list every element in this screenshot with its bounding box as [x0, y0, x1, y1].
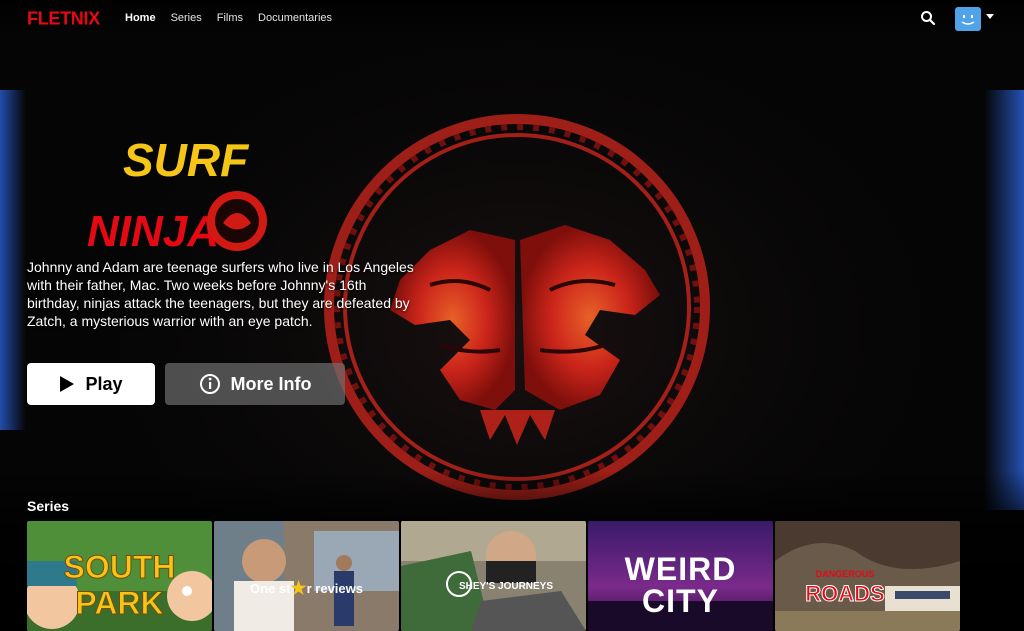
title-logo-line1: SURF [123, 134, 250, 186]
play-icon [60, 376, 75, 392]
profile-avatar[interactable] [955, 7, 981, 31]
nav-links: Home Series Films Documentaries [125, 12, 332, 24]
smiley-face-icon [961, 15, 975, 25]
tile-artwork [214, 521, 399, 631]
nav-link-films[interactable]: Films [217, 12, 243, 24]
title-logo: SURF NINJAS [87, 134, 267, 256]
series-tile-south-park[interactable]: SOUTH PARK [27, 521, 212, 631]
nav-link-documentaries[interactable]: Documentaries [258, 12, 332, 24]
tile-title-line1: SOUTH [63, 549, 176, 586]
play-button-label: Play [85, 373, 123, 394]
search-icon[interactable] [920, 10, 936, 26]
info-icon [199, 374, 220, 394]
series-row: SOUTH PARK One st ★ r reviews SHEY'S JOU… [27, 521, 960, 631]
hero-synopsis: Johnny and Adam are teenage surfers who … [27, 259, 414, 329]
series-tile-one-star-reviews[interactable]: One st ★ r reviews [214, 521, 399, 631]
tile-title-line2: ROADS [805, 581, 885, 607]
nav-link-series[interactable]: Series [171, 12, 202, 24]
series-tile-sheys-journeys[interactable]: SHEY'S JOURNEYS [401, 521, 586, 631]
tile-title: One st ★ r reviews [214, 578, 399, 598]
tile-title-line2: CITY [642, 583, 719, 619]
tile-title-part2: r reviews [306, 581, 363, 596]
more-info-button-label: More Info [230, 373, 312, 394]
play-button[interactable]: Play [27, 363, 155, 405]
brand-logo[interactable]: FLETNIX [27, 7, 100, 29]
tile-title-line2: PARK [75, 585, 164, 622]
nav-link-home[interactable]: Home [125, 12, 156, 24]
more-info-button[interactable]: More Info [165, 363, 345, 405]
hero-edge-glow-right [984, 90, 1024, 510]
row-title-series: Series [27, 498, 70, 514]
tile-artwork [401, 521, 586, 631]
tile-title-part1: One st [250, 581, 291, 596]
series-tile-dangerous-roads[interactable]: DANGEROUS ROADS [775, 521, 960, 631]
tile-title: SHEY'S JOURNEYS [458, 581, 554, 592]
series-tile-weird-city[interactable]: WEIRD CITY [588, 521, 773, 631]
ninja-medallion-icon [207, 191, 267, 251]
hero-edge-glow-left [0, 90, 26, 430]
star-icon: ★ [290, 578, 307, 598]
tile-title-line1: DANGEROUS [815, 569, 875, 579]
chevron-down-icon[interactable] [986, 14, 994, 19]
top-nav: FLETNIX Home Series Films Documentaries [0, 0, 1024, 38]
